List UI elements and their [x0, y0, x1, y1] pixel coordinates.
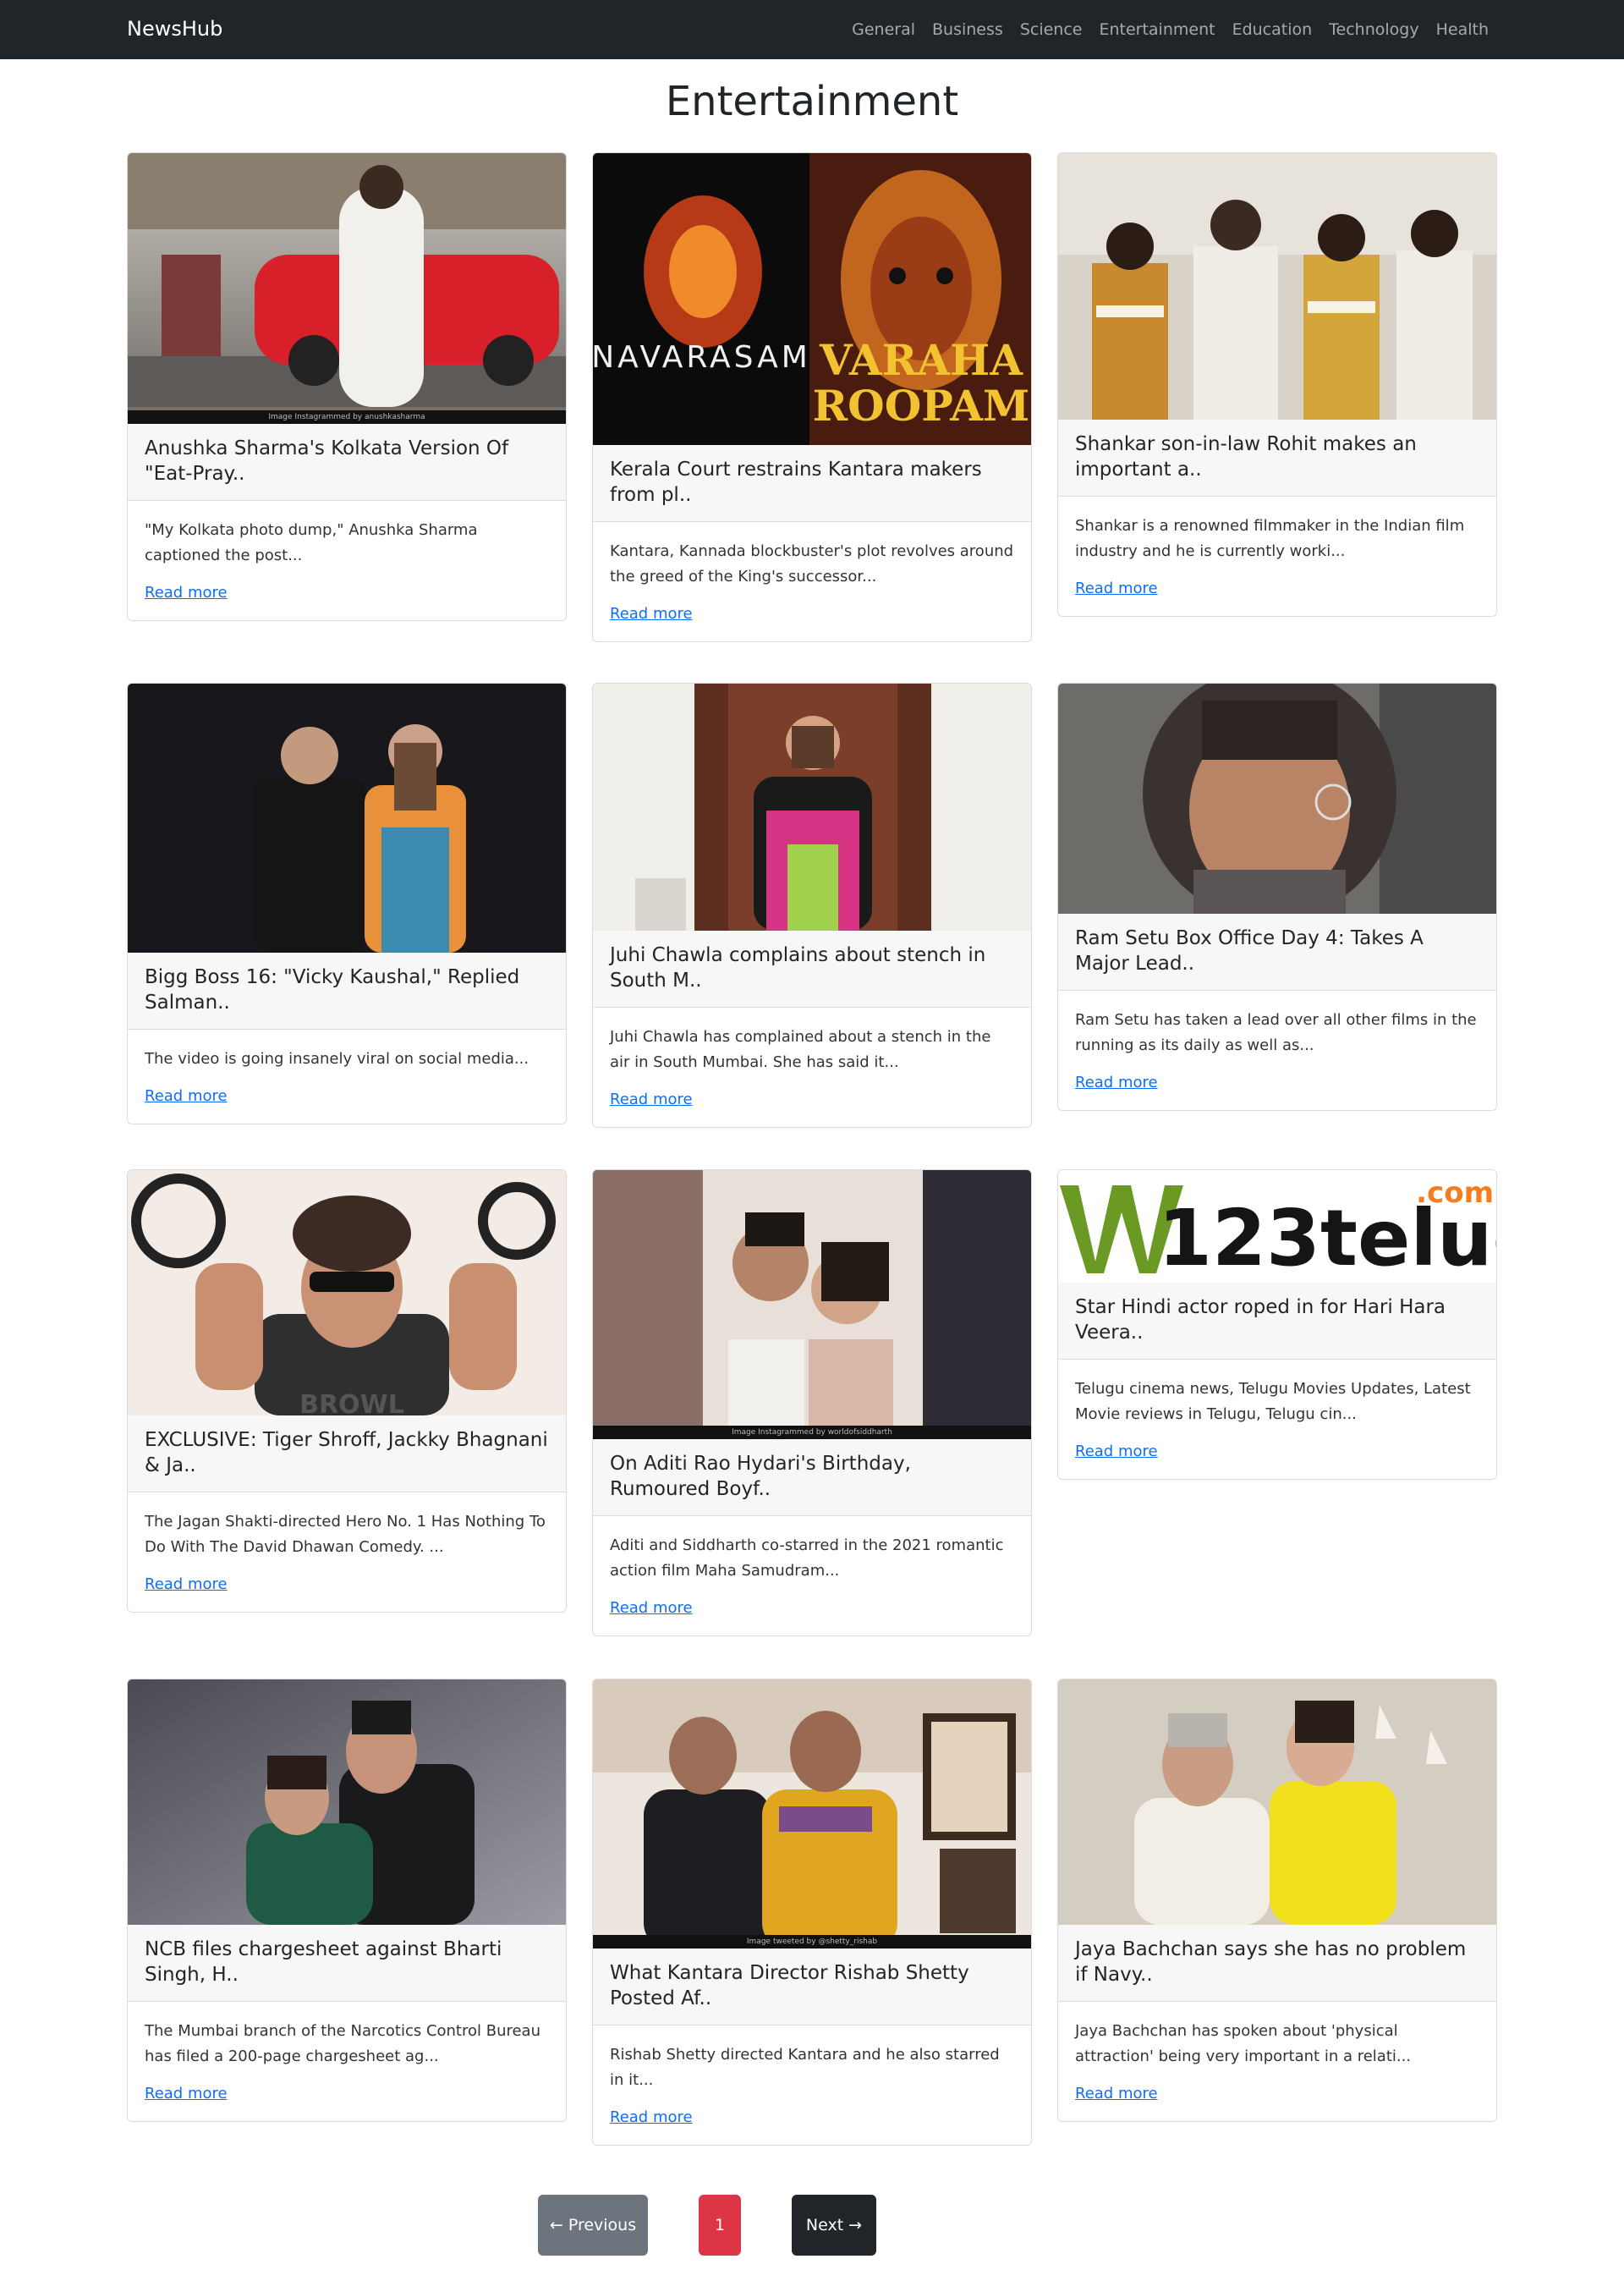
- page-number-button[interactable]: 1: [699, 2195, 741, 2256]
- article-description: Ram Setu has taken a lead over all other…: [1075, 1011, 1477, 1054]
- previous-button[interactable]: ← Previous: [538, 2195, 648, 2256]
- article-title: What Kantara Director Rishab Shetty Post…: [593, 1948, 1031, 2025]
- article-description: Rishab Shetty directed Kantara and he al…: [610, 2046, 1000, 2089]
- article-description: Aditi and Siddharth co-starred in the 20…: [610, 1536, 1004, 1580]
- article-title: NCB files chargesheet against Bharti Sin…: [128, 1925, 566, 2002]
- article-description: The video is going insanely viral on soc…: [145, 1050, 529, 1068]
- article-description: Kantara, Kannada blockbuster's plot revo…: [610, 542, 1014, 585]
- read-more-link[interactable]: Read more: [145, 1087, 228, 1105]
- article-image[interactable]: Image tweeted by @shetty_rishab: [593, 1679, 1031, 1948]
- article-title: EXCLUSIVE: Tiger Shroff, Jackky Bhagnani…: [128, 1415, 566, 1492]
- read-more-link[interactable]: Read more: [1075, 580, 1158, 597]
- article-image[interactable]: NAVARASAM VARAHA ROOPAM: [593, 153, 1031, 445]
- article-description: Shankar is a renowned filmmaker in the I…: [1075, 517, 1465, 560]
- article-image[interactable]: Image Instagrammed by anushkasharma: [128, 153, 566, 424]
- news-card: NCB files chargesheet against Bharti Sin…: [127, 1679, 567, 2122]
- article-title: Juhi Chawla complains about stench in So…: [593, 931, 1031, 1008]
- news-card: Juhi Chawla complains about stench in So…: [592, 683, 1032, 1128]
- read-more-link[interactable]: Read more: [610, 2108, 693, 2126]
- logo-suffix: .com: [1416, 1176, 1494, 1210]
- nav-link-education[interactable]: Education: [1232, 20, 1313, 39]
- image-credit: Image tweeted by @shetty_rishab: [593, 1935, 1031, 1948]
- news-card: Image Instagrammed by anushkasharma Anus…: [127, 152, 567, 621]
- article-title: Jaya Bachchan says she has no problem if…: [1058, 1925, 1496, 2002]
- article-image[interactable]: [593, 684, 1031, 931]
- news-card: 123telugu .com Star Hindi actor roped in…: [1057, 1169, 1497, 1480]
- article-description: The Mumbai branch of the Narcotics Contr…: [145, 2022, 540, 2065]
- read-more-link[interactable]: Read more: [610, 1091, 693, 1108]
- article-image[interactable]: Image Instagrammed by worldofsiddharth: [593, 1170, 1031, 1439]
- news-card: BROWL EXCLUSIVE: Tiger Shroff, Jackky Bh…: [127, 1169, 567, 1613]
- page-title: Entertainment: [665, 78, 959, 125]
- article-image[interactable]: [128, 1679, 566, 1925]
- read-more-link[interactable]: Read more: [1075, 1443, 1158, 1460]
- nav-link-science[interactable]: Science: [1020, 20, 1083, 39]
- news-card: Image Instagrammed by worldofsiddharth O…: [592, 1169, 1032, 1636]
- shirt-text: BROWL: [299, 1390, 404, 1415]
- next-button[interactable]: Next →: [792, 2195, 876, 2256]
- article-title: Kerala Court restrains Kantara makers fr…: [593, 445, 1031, 522]
- article-description: The Jagan Shakti-directed Hero No. 1 Has…: [145, 1513, 546, 1556]
- image-text-navarasam: NAVARASAM: [593, 340, 811, 375]
- image-credit: Image Instagrammed by worldofsiddharth: [593, 1426, 1031, 1439]
- navbar-brand[interactable]: NewsHub: [127, 17, 222, 41]
- news-card: NAVARASAM VARAHA ROOPAM Kerala Court res…: [592, 152, 1032, 642]
- article-description: Juhi Chawla has complained about a stenc…: [610, 1028, 991, 1071]
- news-card: Bigg Boss 16: "Vicky Kaushal," Replied S…: [127, 683, 567, 1124]
- read-more-link[interactable]: Read more: [1075, 1074, 1158, 1091]
- article-title: Shankar son-in-law Rohit makes an import…: [1058, 420, 1496, 497]
- read-more-link[interactable]: Read more: [145, 584, 228, 602]
- read-more-link[interactable]: Read more: [1075, 2085, 1158, 2102]
- article-image[interactable]: [1058, 684, 1496, 914]
- news-card: Image tweeted by @shetty_rishab What Kan…: [592, 1679, 1032, 2146]
- article-title: Star Hindi actor roped in for Hari Hara …: [1058, 1283, 1496, 1360]
- article-image[interactable]: 123telugu .com: [1058, 1170, 1496, 1283]
- article-image[interactable]: [1058, 153, 1496, 420]
- article-title: Bigg Boss 16: "Vicky Kaushal," Replied S…: [128, 953, 566, 1030]
- article-image[interactable]: BROWL: [128, 1170, 566, 1415]
- nav-link-technology[interactable]: Technology: [1329, 20, 1418, 39]
- article-title: On Aditi Rao Hydari's Birthday, Rumoured…: [593, 1439, 1031, 1516]
- article-image[interactable]: [128, 684, 566, 953]
- article-image[interactable]: [1058, 1679, 1496, 1925]
- image-text-varaha: VARAHA: [819, 335, 1023, 385]
- top-navbar: NewsHub General Business Science Enterta…: [0, 0, 1624, 59]
- nav-link-entertainment[interactable]: Entertainment: [1099, 20, 1215, 39]
- read-more-link[interactable]: Read more: [145, 2085, 228, 2102]
- nav-link-general[interactable]: General: [852, 20, 915, 39]
- article-description: "My Kolkata photo dump," Anushka Sharma …: [145, 521, 478, 564]
- nav-link-business[interactable]: Business: [932, 20, 1003, 39]
- image-credit: Image Instagrammed by anushkasharma: [128, 410, 566, 424]
- article-description: Jaya Bachchan has spoken about 'physical…: [1075, 2022, 1412, 2065]
- article-title: Anushka Sharma's Kolkata Version Of "Eat…: [128, 424, 566, 501]
- news-card: Jaya Bachchan says she has no problem if…: [1057, 1679, 1497, 2122]
- nav-link-health[interactable]: Health: [1436, 20, 1489, 39]
- image-text-roopam: ROOPAM: [813, 381, 1030, 431]
- nav-links: General Business Science Entertainment E…: [852, 20, 1489, 39]
- read-more-link[interactable]: Read more: [610, 1599, 693, 1617]
- read-more-link[interactable]: Read more: [610, 605, 693, 623]
- read-more-link[interactable]: Read more: [145, 1575, 228, 1593]
- article-description: Telugu cinema news, Telugu Movies Update…: [1075, 1380, 1471, 1423]
- news-card: Shankar son-in-law Rohit makes an import…: [1057, 152, 1497, 617]
- article-title: Ram Setu Box Office Day 4: Takes A Major…: [1058, 914, 1496, 991]
- news-card: Ram Setu Box Office Day 4: Takes A Major…: [1057, 683, 1497, 1111]
